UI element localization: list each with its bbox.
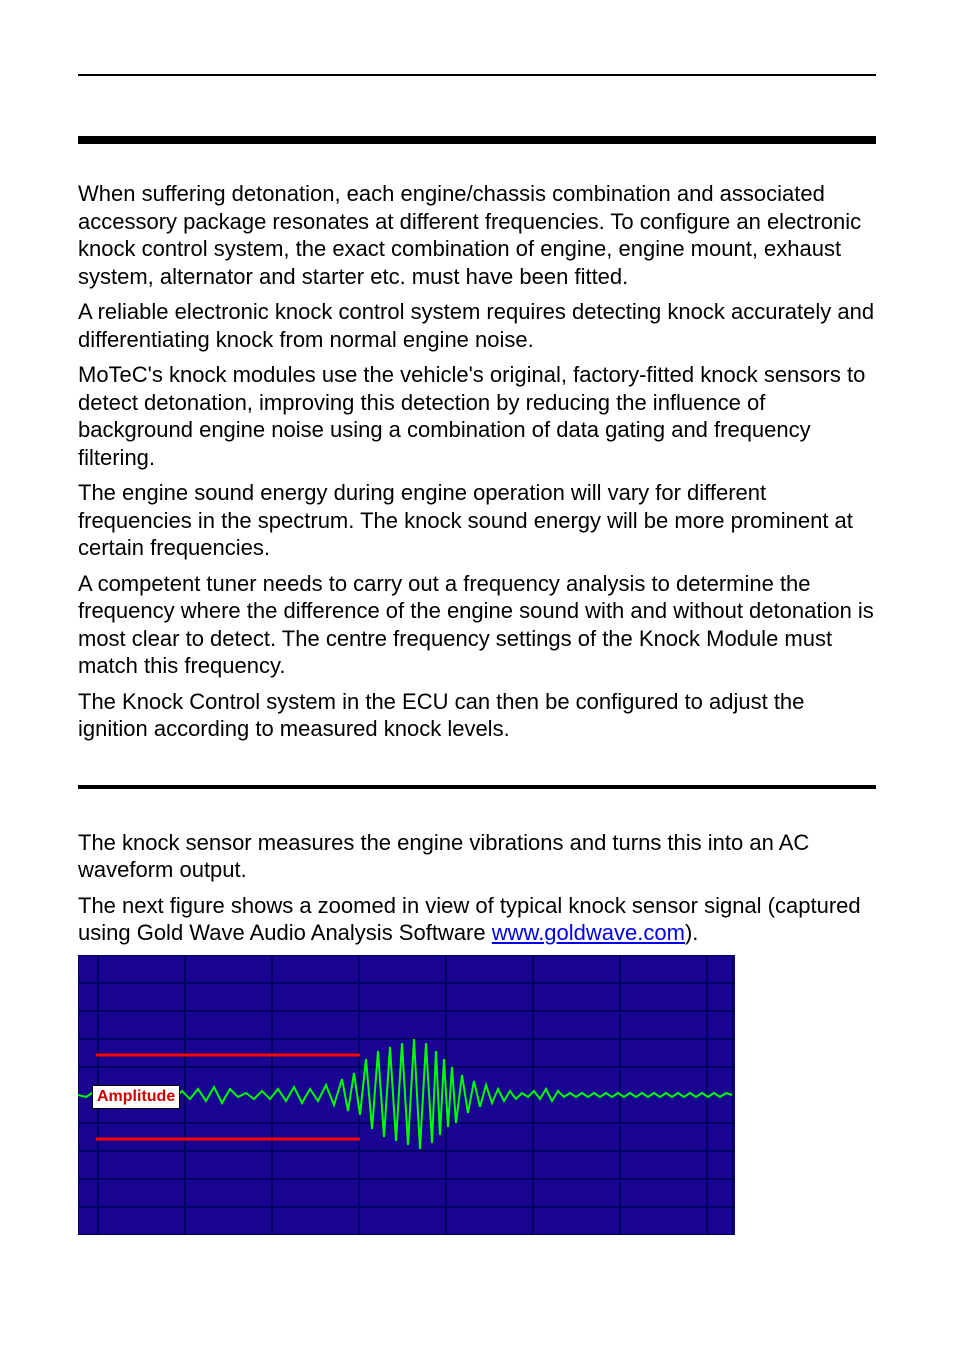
paragraph: The next figure shows a zoomed in view o…	[78, 892, 876, 947]
paragraph: The engine sound energy during engine op…	[78, 479, 876, 562]
document-page: When suffering detonation, each engine/c…	[0, 0, 954, 1350]
amplitude-label: Amplitude	[92, 1085, 180, 1109]
paragraph: A reliable electronic knock control syst…	[78, 298, 876, 353]
paragraph: The Knock Control system in the ECU can …	[78, 688, 876, 743]
paragraph: A competent tuner needs to carry out a f…	[78, 570, 876, 680]
knock-waveform-figure: Amplitude	[78, 955, 735, 1235]
paragraph-text: ).	[685, 920, 698, 945]
section-rule-medium	[78, 785, 876, 789]
paragraph: When suffering detonation, each engine/c…	[78, 180, 876, 290]
header-rule	[78, 74, 876, 76]
paragraph: The knock sensor measures the engine vib…	[78, 829, 876, 884]
section-rule-thick	[78, 136, 876, 144]
paragraph: MoTeC's knock modules use the vehicle's …	[78, 361, 876, 471]
goldwave-link[interactable]: www.goldwave.com	[492, 920, 685, 945]
paragraph-text: The next figure shows a zoomed in view o…	[78, 893, 861, 946]
